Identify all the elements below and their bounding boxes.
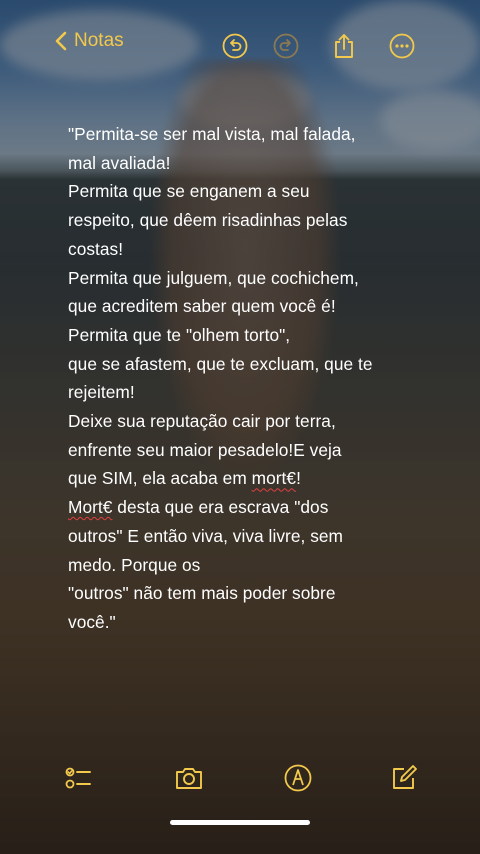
note-body[interactable]: "Permita-se ser mal vista, mal falada, m… <box>68 120 413 637</box>
note-text: ! <box>296 468 301 489</box>
note-line: enfrente seu maior pesadelo!E veja <box>68 439 342 460</box>
more-icon <box>389 33 415 59</box>
checklist-button[interactable] <box>62 762 94 794</box>
note-line: rejeitem! <box>68 382 135 403</box>
checklist-icon <box>65 767 91 789</box>
compose-icon <box>393 765 417 789</box>
camera-button[interactable] <box>173 762 205 794</box>
note-line: Deixe sua reputação cair por terra, <box>68 411 336 432</box>
undo-icon <box>222 33 248 59</box>
note-line: mal avaliada! <box>68 152 171 173</box>
note-text: que SIM, ela acaba em <box>68 468 247 489</box>
bottom-toolbar <box>0 762 480 798</box>
note-line: Mort€ desta que era escrava "dos <box>68 493 413 522</box>
top-toolbar: Notas <box>0 28 480 64</box>
note-text: desta que era escrava "dos <box>112 497 329 518</box>
note-line: respeito, que dêem risadinhas pelas <box>68 210 348 231</box>
note-line: que SIM, ela acaba em mort€! <box>68 464 413 493</box>
chevron-left-icon <box>55 31 67 51</box>
note-line: "Permita-se ser mal vista, mal falada, <box>68 124 356 144</box>
note-line: medo. Porque os <box>68 554 201 575</box>
note-line: que se afastem, que te excluam, que te <box>68 353 373 374</box>
note-line: outros" E então viva, viva livre, sem <box>68 525 343 546</box>
markup-pen-icon <box>284 764 312 792</box>
compose-button[interactable] <box>388 762 420 794</box>
redo-icon <box>273 33 299 59</box>
note-line: Permita que julguem, que cochichem, <box>68 267 359 288</box>
note-line: Permita que se enganem a seu <box>68 181 310 202</box>
more-button[interactable] <box>388 32 416 60</box>
misspelled-word: Mort€ <box>68 497 113 518</box>
misspelled-word: mort€ <box>251 468 297 489</box>
note-line: "outros" não tem mais poder sobre <box>68 583 336 604</box>
note-line: Permita que te "olhem torto", <box>68 324 291 345</box>
camera-icon <box>176 768 202 789</box>
undo-button[interactable] <box>221 32 249 60</box>
back-label: Notas <box>74 30 124 51</box>
markup-button[interactable] <box>282 762 314 794</box>
back-button[interactable]: Notas <box>52 30 124 52</box>
share-button[interactable] <box>330 32 358 60</box>
home-indicator[interactable] <box>170 820 310 825</box>
share-icon <box>335 34 353 58</box>
redo-button[interactable] <box>272 32 300 60</box>
note-line: você." <box>68 611 116 632</box>
note-line: que acreditem saber quem você é! <box>68 296 336 317</box>
note-line: costas! <box>68 238 124 259</box>
